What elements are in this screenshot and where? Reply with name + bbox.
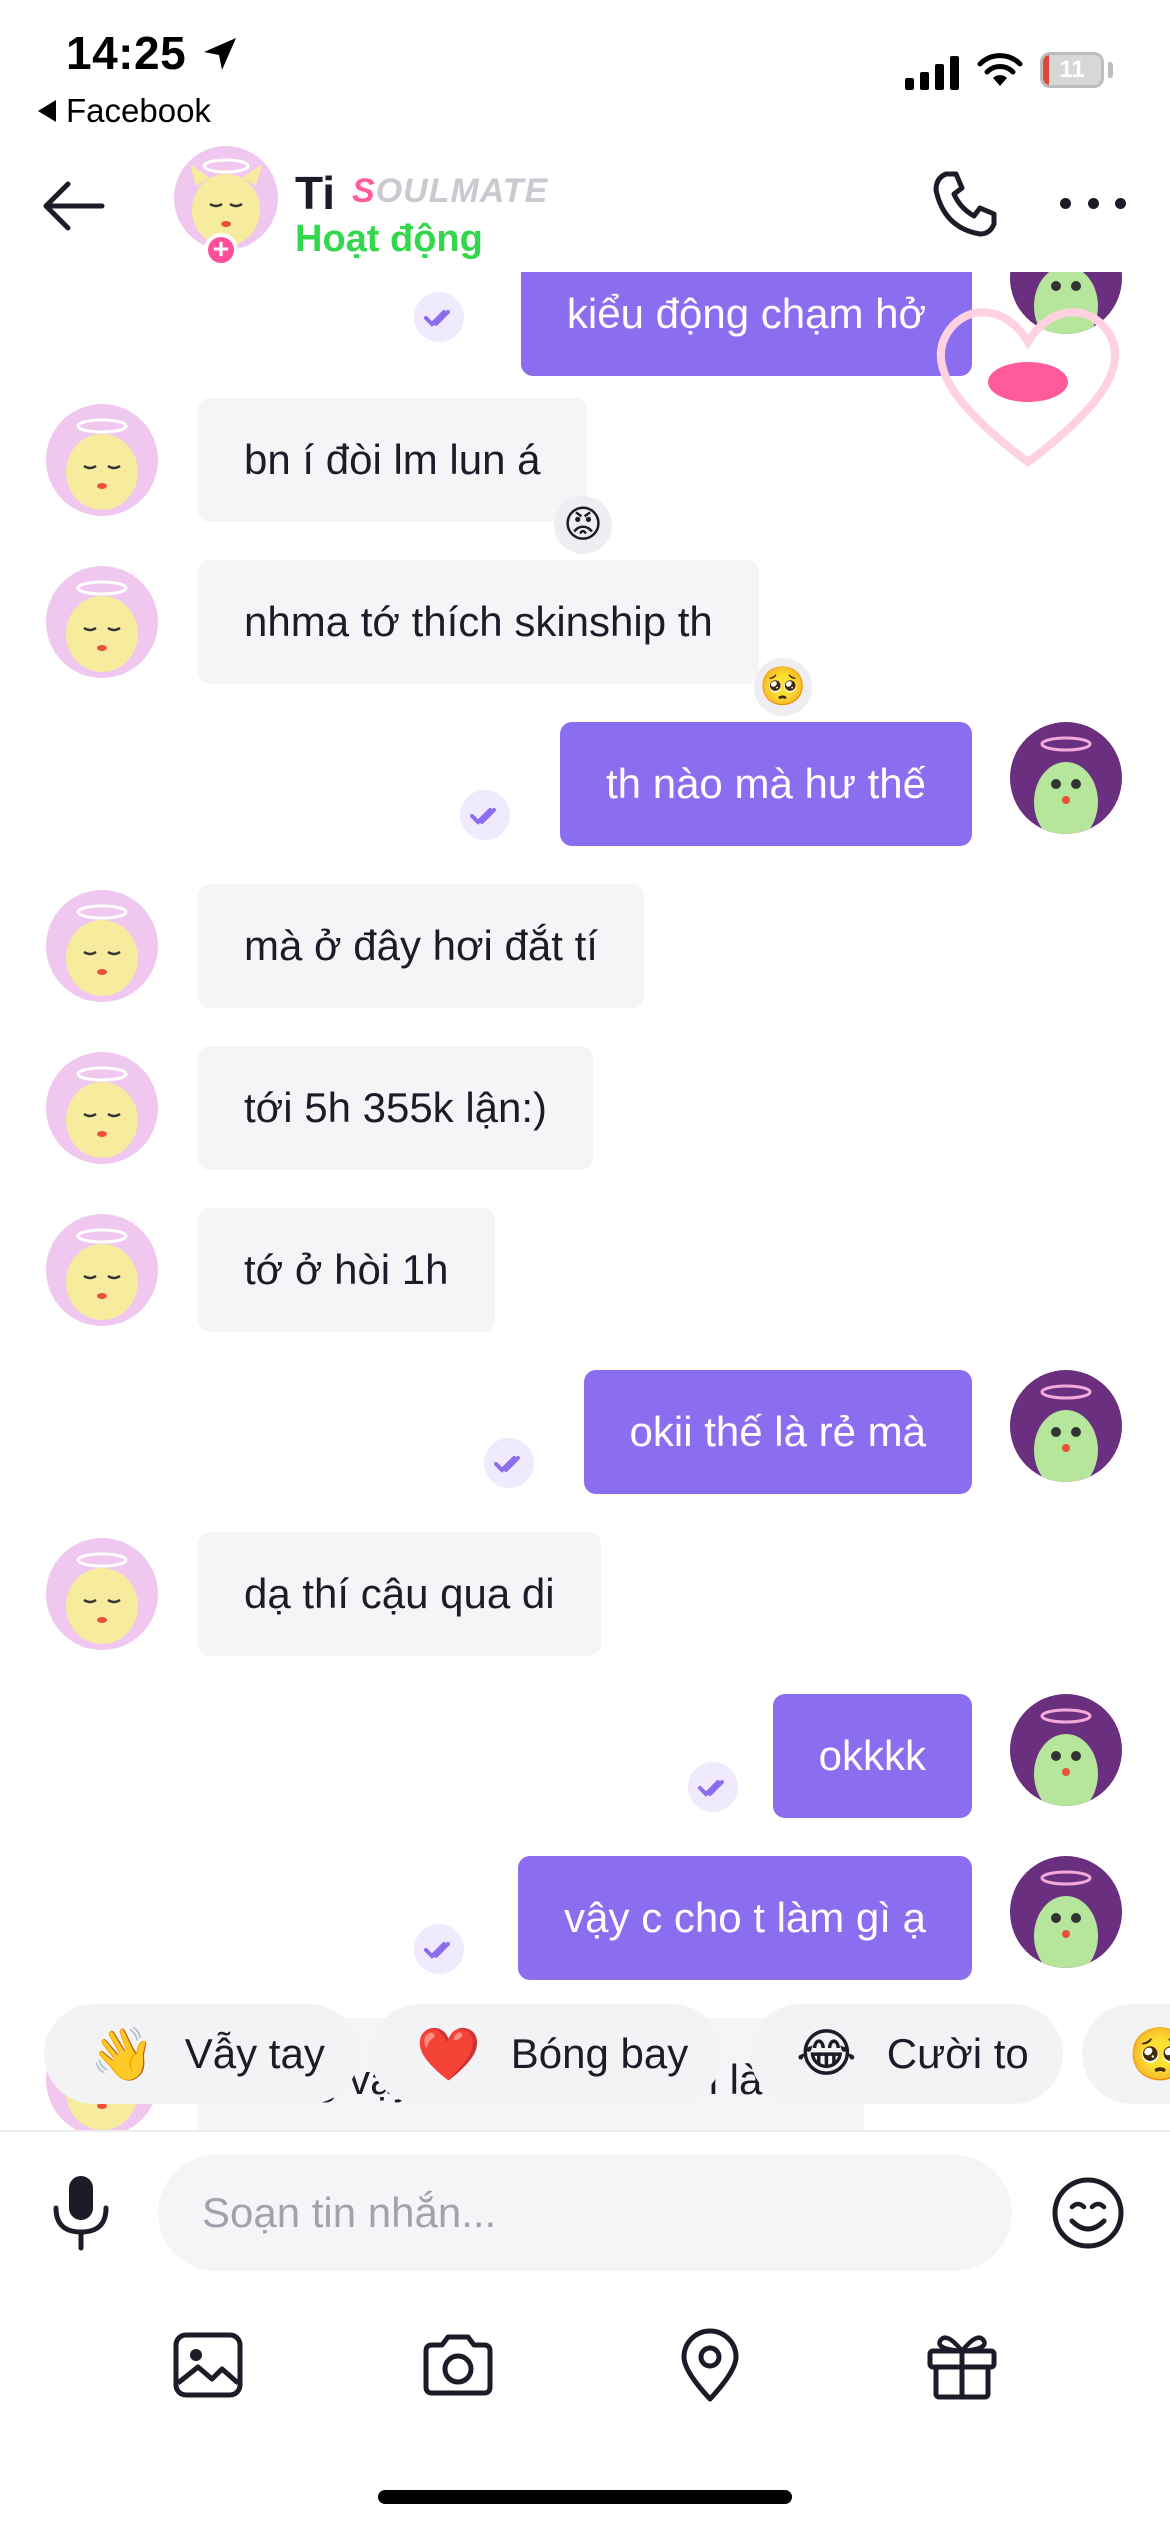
message-input-placeholder: Soạn tin nhắn... bbox=[202, 2189, 497, 2236]
message-list[interactable]: kiểu động chạm hở bn í đòi lm lun á 😡 nh… bbox=[0, 272, 1170, 2130]
add-friend-icon[interactable]: + bbox=[204, 233, 238, 267]
online-status: Hoạt động bbox=[295, 218, 483, 260]
back-to-app-link[interactable]: Facebook bbox=[38, 92, 211, 130]
message-input[interactable]: Soạn tin nhắn... bbox=[158, 2155, 1012, 2271]
seen-check-icon bbox=[414, 292, 464, 342]
message-bubble-incoming[interactable]: dạ thí cậu qua di bbox=[198, 1532, 601, 1656]
quick-reaction-label: Vẫy tay bbox=[184, 2030, 325, 2077]
quick-reaction-balloon[interactable]: ❤️ Bóng bay bbox=[370, 2004, 723, 2104]
quick-reaction-pleading[interactable]: 🥺 bbox=[1082, 2004, 1170, 2104]
contact-avatar-small bbox=[46, 1052, 158, 1164]
message-bubble-outgoing[interactable]: th nào mà hư thế bbox=[560, 722, 972, 846]
gift-icon[interactable] bbox=[922, 2325, 1002, 2405]
quick-reaction-label: Cười to bbox=[886, 2030, 1029, 2077]
seen-check-icon bbox=[414, 1924, 464, 1974]
message-bubble-outgoing[interactable]: vậy c cho t làm gì ạ bbox=[518, 1856, 972, 1980]
seen-check-icon bbox=[460, 790, 510, 840]
back-triangle-icon bbox=[38, 100, 56, 122]
composer-divider bbox=[0, 2130, 1170, 2132]
message-bubble-incoming[interactable]: tớ ở hòi 1h bbox=[198, 1208, 495, 1332]
reaction-badge[interactable]: 🥺 bbox=[754, 658, 812, 716]
my-avatar bbox=[1010, 1856, 1122, 1968]
battery-icon: 11 bbox=[1040, 52, 1104, 88]
quick-reaction-label: Bóng bay bbox=[510, 2030, 689, 2077]
camera-icon[interactable] bbox=[418, 2325, 498, 2405]
message-bubble-incoming[interactable]: mà ở đây hơi đắt tí bbox=[198, 884, 644, 1008]
heart-sticker-icon bbox=[936, 308, 1120, 468]
emoji-icon[interactable] bbox=[1050, 2175, 1126, 2251]
waving-hand-icon: 👋 bbox=[90, 2025, 155, 2084]
back-app-label: Facebook bbox=[66, 92, 211, 129]
quick-reaction-bar[interactable]: 👋 Vẫy tay ❤️ Bóng bay 😂 Cười to 🥺 bbox=[44, 2004, 1170, 2104]
message-bubble-outgoing[interactable]: okii thế là rẻ mà bbox=[583, 1370, 972, 1494]
location-arrow-icon bbox=[204, 38, 236, 70]
home-indicator[interactable] bbox=[378, 2490, 792, 2504]
wifi-icon bbox=[977, 53, 1023, 86]
contact-avatar-small bbox=[46, 1214, 158, 1326]
seen-check-icon bbox=[484, 1438, 534, 1488]
gallery-icon[interactable] bbox=[168, 2325, 248, 2405]
contact-avatar-small bbox=[46, 566, 158, 678]
pleading-face-icon: 🥺 bbox=[1128, 2025, 1170, 2084]
reaction-badge[interactable]: 😡 bbox=[554, 496, 612, 554]
cell-signal-icon bbox=[905, 54, 959, 90]
my-avatar bbox=[1010, 722, 1122, 834]
contact-avatar-small bbox=[46, 890, 158, 1002]
contact-avatar-small bbox=[46, 1538, 158, 1650]
message-bubble-outgoing[interactable]: kiểu động chạm hở bbox=[520, 272, 972, 376]
status-time: 14:25 bbox=[66, 27, 187, 79]
location-icon[interactable] bbox=[670, 2325, 750, 2405]
message-bubble-incoming[interactable]: bn í đòi lm lun á bbox=[198, 398, 587, 522]
phone-icon[interactable] bbox=[930, 168, 1002, 240]
quick-reaction-wave[interactable]: 👋 Vẫy tay bbox=[44, 2004, 359, 2104]
back-arrow-icon[interactable] bbox=[42, 180, 106, 232]
heart-icon: ❤️ bbox=[416, 2025, 481, 2084]
microphone-icon[interactable] bbox=[46, 2172, 116, 2252]
battery-level: 11 bbox=[1059, 56, 1085, 83]
laughing-face-icon: 😂 bbox=[796, 2025, 857, 2083]
contact-avatar-small bbox=[46, 404, 158, 516]
message-bubble-outgoing[interactable]: okkkk bbox=[772, 1694, 972, 1818]
message-bubble-incoming[interactable]: nhma tớ thích skinship th bbox=[198, 560, 759, 684]
seen-check-icon bbox=[688, 1762, 738, 1812]
message-bubble-incoming[interactable]: tới 5h 355k lận:) bbox=[198, 1046, 594, 1170]
my-avatar bbox=[1010, 1370, 1122, 1482]
quick-reaction-laugh[interactable]: 😂 Cười to bbox=[750, 2004, 1063, 2104]
soulmate-badge: SOULMATE bbox=[352, 172, 549, 210]
contact-name: Ti bbox=[295, 167, 336, 219]
my-avatar bbox=[1010, 1694, 1122, 1806]
more-icon[interactable] bbox=[1060, 198, 1126, 212]
